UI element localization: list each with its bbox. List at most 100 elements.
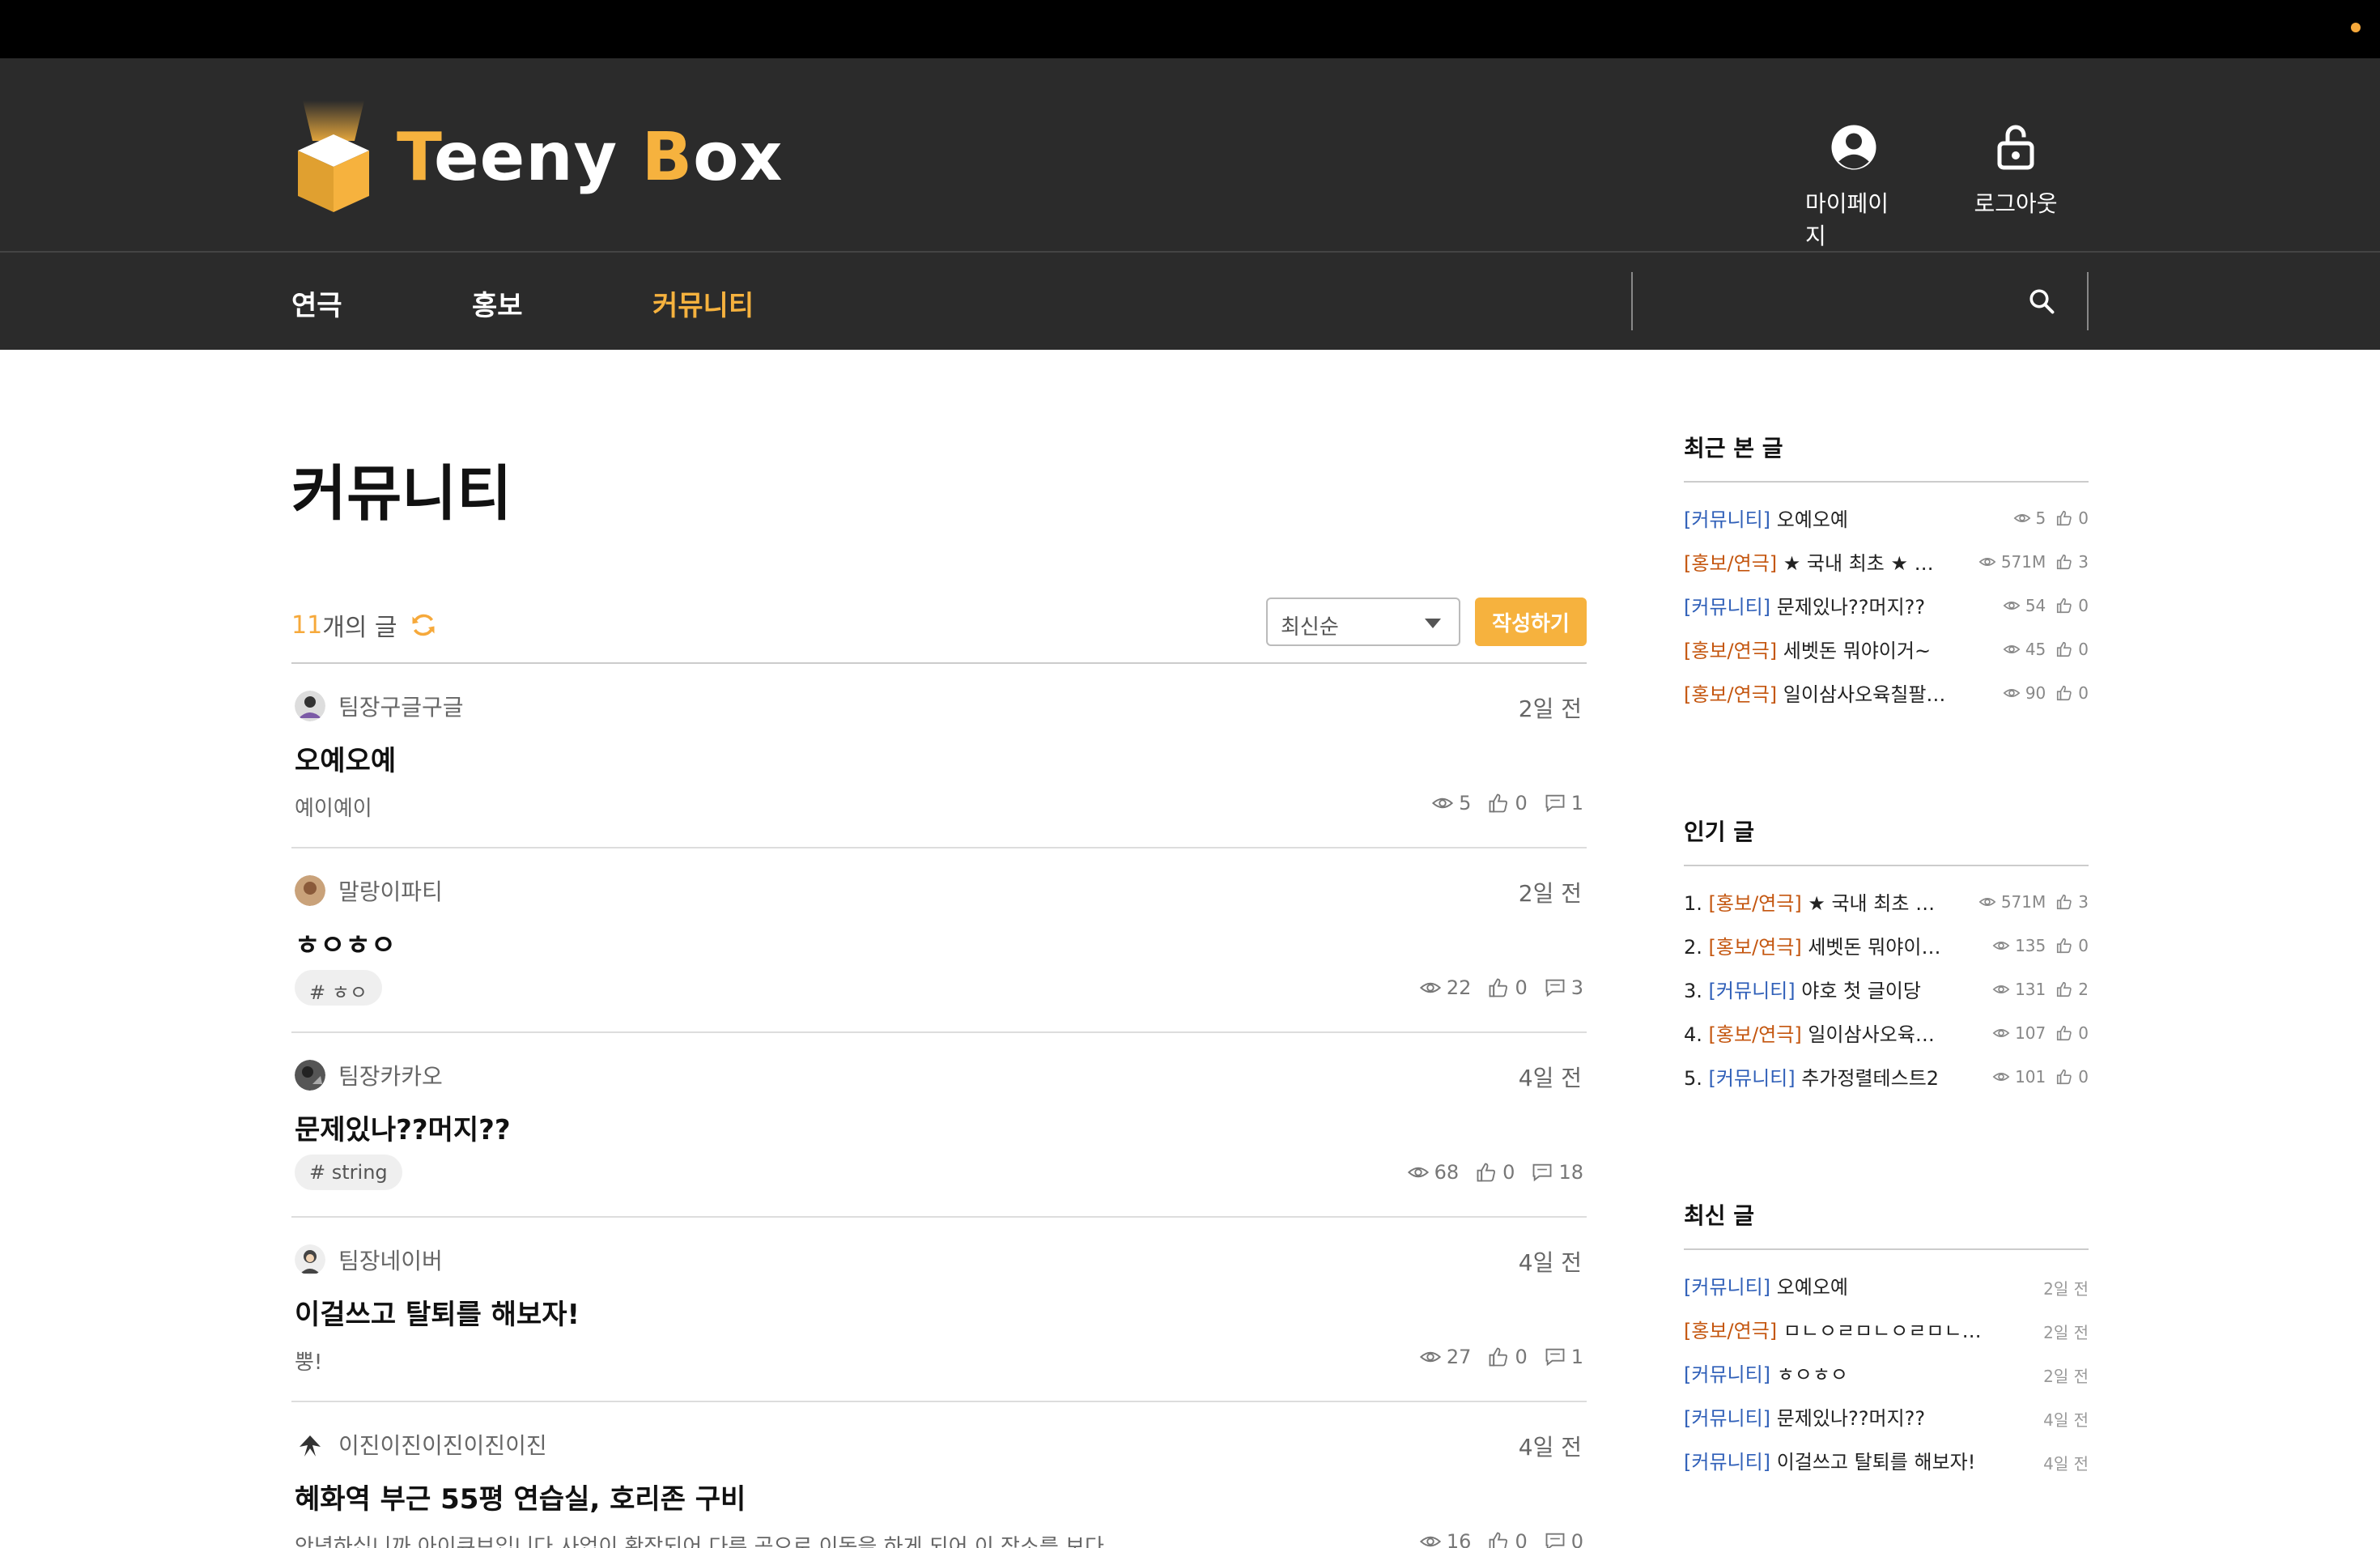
logo-suffix: ox (693, 118, 784, 196)
author-name: 이진이진이진이진이진 (338, 1432, 547, 1459)
list-item[interactable]: [커뮤니티] 오예오예 50 (1684, 495, 2089, 539)
view-count: 571M (1978, 552, 2046, 572)
post-item[interactable]: 말랑이파티 2일 전 ㅎㅇㅎㅇ # ㅎㅇ 22 0 3 (291, 848, 1587, 1033)
views-value: 135 (2015, 936, 2046, 955)
like-count: 3 (2055, 552, 2089, 572)
item-label: 3. [커뮤니티] 야호 첫 글이당 (1684, 975, 1951, 1003)
like-count: 0 (2055, 596, 2089, 615)
views-value: 571M (2000, 552, 2046, 572)
recent-posts-title: 최근 본 글 (1684, 431, 2089, 483)
like-count: 0 (2055, 683, 2089, 703)
comment-icon (1545, 1348, 1565, 1367)
post-body: 뿡! (295, 1350, 323, 1375)
list-item[interactable]: [홍보/연극] 일이삼사오육칠팔구십… 90 0 (1684, 670, 2089, 714)
views-value: 16 (1446, 1530, 1472, 1548)
post-date: 4일 전 (1518, 1434, 1582, 1461)
item-label: [커뮤니티] 문제있나??머지?? (1684, 591, 1951, 619)
post-tag[interactable]: # ㅎㅇ (295, 970, 382, 1006)
post-tag[interactable]: # string (295, 1155, 402, 1190)
post-title[interactable]: 문제있나??머지?? (295, 1108, 511, 1147)
list-item[interactable]: [커뮤니티] ㅎㅇㅎㅇ 2일 전 (1684, 1350, 2089, 1394)
post-item[interactable]: 팀장네이버 4일 전 이걸쓰고 탈퇴를 해보자! 뿡! 27 0 1 (291, 1218, 1587, 1402)
logout-button[interactable]: 로그아웃 (1967, 123, 2064, 251)
logo[interactable]: Teeny Box (291, 100, 783, 214)
post-list: 팀장구글구글 2일 전 오예오예 예이예이 5 0 1 말랑이파티 2일 전 ㅎ… (291, 664, 1587, 1548)
thumbs-up-icon (1490, 793, 1508, 813)
write-button[interactable]: 작성하기 (1475, 598, 1587, 646)
logo-text: Teeny Box (397, 119, 783, 196)
nav-item-promo[interactable]: 홍보 (472, 283, 523, 323)
list-item[interactable]: [커뮤니티] 이걸쓰고 탈퇴를 해보자! 4일 전 (1684, 1438, 2089, 1482)
item-text: 세벳돈 뭐야이거~ (1783, 639, 1932, 662)
item-text: 오예오예 (1776, 508, 1849, 531)
post-title[interactable]: 오예오예 (295, 738, 396, 778)
post-date: 2일 전 (1518, 695, 1582, 722)
refresh-icon[interactable] (409, 610, 438, 640)
post-title[interactable]: 혜화역 부근 55평 연습실, 호리존 구비 (295, 1477, 746, 1516)
avatar (295, 875, 325, 906)
views-value: 27 (1446, 1346, 1472, 1368)
list-item[interactable]: [홍보/연극] 세벳돈 뭐야이거~ 45 0 (1684, 627, 2089, 670)
item-stats: 571M 3 (1978, 892, 2089, 912)
like-count: 0 (1487, 792, 1528, 814)
comments-value: 3 (1570, 976, 1583, 999)
like-count: 0 (2055, 1023, 2089, 1043)
eye-icon (2013, 514, 2030, 522)
logo-mid: eeny (434, 118, 642, 196)
post-date: 4일 전 (1518, 1065, 1582, 1091)
item-date: 2일 전 (2043, 1279, 2089, 1299)
list-item[interactable]: 2. [홍보/연극] 세벳돈 뭐야이거~ 135 0 (1684, 923, 2089, 967)
eye-icon (1407, 1167, 1429, 1178)
view-count: 5 (2013, 508, 2046, 528)
like-count: 0 (2055, 508, 2089, 528)
list-item[interactable]: [커뮤니티] 문제있나??머지?? 4일 전 (1684, 1394, 2089, 1438)
views-value: 101 (2015, 1067, 2046, 1087)
like-count: 0 (1475, 1161, 1515, 1184)
author-name: 팀장네이버 (338, 1248, 443, 1274)
post-title[interactable]: 이걸쓰고 탈퇴를 해보자! (295, 1292, 580, 1332)
likes-value: 0 (1515, 1346, 1528, 1368)
item-label: [홍보/연극] 세벳돈 뭐야이거~ (1684, 635, 1951, 663)
view-count: 5 (1431, 792, 1471, 814)
avatar (295, 1429, 325, 1460)
item-label: 2. [홍보/연극] 세벳돈 뭐야이거~ (1684, 931, 1951, 959)
post-author: 말랑이파티 (295, 874, 443, 907)
mypage-button[interactable]: 마이페이지 (1805, 123, 1902, 251)
logout-label: 로그아웃 (1974, 190, 2058, 217)
list-item[interactable]: [커뮤니티] 오예오예 2일 전 (1684, 1263, 2089, 1307)
item-rank: 5. (1684, 1066, 1702, 1090)
list-item[interactable]: [홍보/연극] ★ 국내 최초 ★ 성인… 571M 3 (1684, 539, 2089, 583)
sort-select[interactable]: 최신순 (1266, 598, 1460, 646)
item-stats: 135 0 (1992, 936, 2089, 955)
list-item[interactable]: 4. [홍보/연극] 일이삼사오육칠팔… 107 0 (1684, 1010, 2089, 1054)
post-item[interactable]: 팀장구글구글 2일 전 오예오예 예이예이 5 0 1 (291, 664, 1587, 848)
like-count: 2 (2055, 980, 2089, 999)
view-count: 90 (2003, 683, 2046, 703)
list-item[interactable]: 1. [홍보/연극] ★ 국내 최초 ★ … 571M 3 (1684, 879, 2089, 923)
like-count: 0 (1487, 1346, 1528, 1368)
eye-icon (1992, 1029, 2010, 1037)
likes-value: 0 (2078, 683, 2089, 703)
post-item[interactable]: 팀장카카오 4일 전 문제있나??머지?? # string 68 0 18 (291, 1033, 1587, 1218)
thumbs-up-icon (1490, 1532, 1508, 1548)
eye-icon (2003, 645, 2021, 653)
search-input[interactable] (1649, 280, 2021, 322)
nav-item-play[interactable]: 연극 (291, 283, 342, 323)
item-label: [홍보/연극] 일이삼사오육칠팔구십… (1684, 678, 1951, 707)
post-item[interactable]: 이진이진이진이진이진 4일 전 혜화역 부근 55평 연습실, 호리존 구비 안… (291, 1402, 1587, 1548)
list-item[interactable]: 5. [커뮤니티] 추가정렬테스트2 101 0 (1684, 1054, 2089, 1098)
list-item[interactable]: 3. [커뮤니티] 야호 첫 글이당 131 2 (1684, 967, 2089, 1010)
thumbs-up-icon (1490, 1347, 1508, 1367)
list-item[interactable]: [커뮤니티] 문제있나??머지?? 54 0 (1684, 583, 2089, 627)
thumbs-up-icon (2057, 894, 2072, 910)
views-value: 5 (2035, 508, 2046, 528)
item-category: [커뮤니티] (1684, 1406, 1771, 1430)
list-item[interactable]: [홍보/연극] ㅁㄴㅇㄹㅁㄴㅇㄹㅁㄴㅇㄹ 2일 전 (1684, 1307, 2089, 1350)
item-rank: 3. (1684, 979, 1702, 1002)
item-label: 5. [커뮤니티] 추가정렬테스트2 (1684, 1062, 1951, 1091)
views-value: 5 (1459, 792, 1472, 814)
nav-item-community[interactable]: 커뮤니티 (652, 283, 754, 323)
post-title[interactable]: ㅎㅇㅎㅇ (295, 923, 396, 963)
likes-value: 0 (2078, 508, 2089, 528)
search-icon[interactable] (2027, 287, 2056, 316)
